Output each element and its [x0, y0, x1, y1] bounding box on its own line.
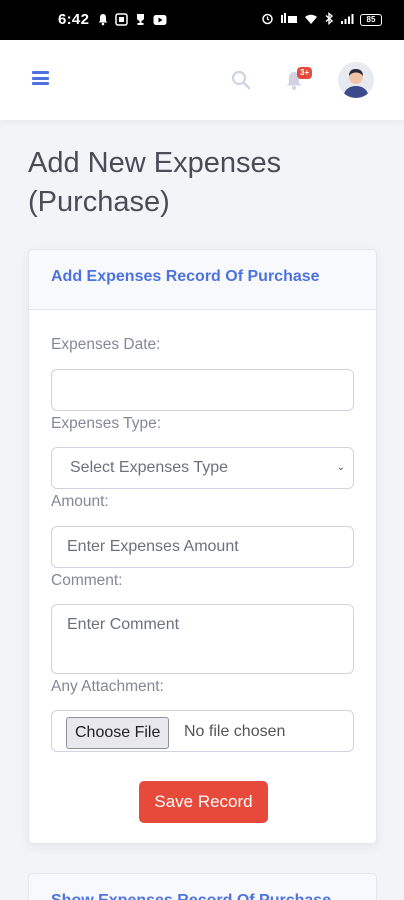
expenses-date-input[interactable]: [51, 369, 354, 411]
attachment-label: Any Attachment:: [51, 678, 164, 695]
add-expense-card: Add Expenses Record Of Purchase Expenses…: [28, 249, 377, 844]
card-title: Add Expenses Record Of Purchase: [51, 268, 320, 285]
expenses-type-label: Expenses Type:: [51, 415, 162, 432]
file-status-text: No file chosen: [184, 723, 286, 740]
card-header: Add Expenses Record Of Purchase: [29, 250, 376, 310]
menu-toggle-icon[interactable]: [32, 71, 49, 85]
battery-indicator: 85: [360, 14, 382, 26]
youtube-icon: [153, 14, 167, 29]
show-expenses-card: Show Expenses Record Of Purchase: [28, 873, 377, 900]
attachment-file-input[interactable]: Choose File No file chosen: [51, 710, 354, 752]
amount-input[interactable]: Enter Expenses Amount: [51, 526, 354, 568]
wifi-icon: [304, 13, 318, 28]
bluetooth-icon: [324, 12, 334, 28]
status-bar: 6:42 85: [0, 0, 404, 40]
notification-count-badge: 3+: [297, 67, 313, 79]
signal-icon: [340, 13, 354, 28]
expenses-type-select[interactable]: Select Expenses Type ⌄: [51, 447, 354, 489]
amount-label: Amount:: [51, 493, 109, 510]
save-record-button[interactable]: Save Record: [139, 781, 268, 823]
volte-icon: [280, 12, 298, 28]
chevron-down-icon: ⌄: [336, 462, 345, 473]
search-icon[interactable]: [231, 70, 251, 90]
expenses-date-label: Expenses Date:: [51, 336, 161, 353]
status-right-icons: 85: [261, 12, 382, 28]
comment-label: Comment:: [51, 572, 123, 589]
notifications-button[interactable]: 3+: [284, 67, 314, 94]
app-icon: [115, 13, 128, 29]
trophy-icon: [134, 13, 147, 29]
choose-file-button[interactable]: Choose File: [66, 717, 170, 749]
top-navbar: 3+: [0, 40, 404, 120]
user-avatar[interactable]: [338, 62, 374, 98]
show-expenses-card-title: Show Expenses Record Of Purchase: [51, 892, 331, 900]
alarm-icon: [261, 12, 274, 28]
notification-bell-icon: [97, 13, 109, 29]
comment-textarea[interactable]: Enter Comment: [51, 604, 354, 674]
status-left-icons: [97, 13, 167, 29]
expenses-type-selected: Select Expenses Type: [70, 459, 229, 476]
status-time: 6:42: [58, 11, 90, 28]
page-title: Add New Expenses (Purchase): [28, 147, 282, 218]
